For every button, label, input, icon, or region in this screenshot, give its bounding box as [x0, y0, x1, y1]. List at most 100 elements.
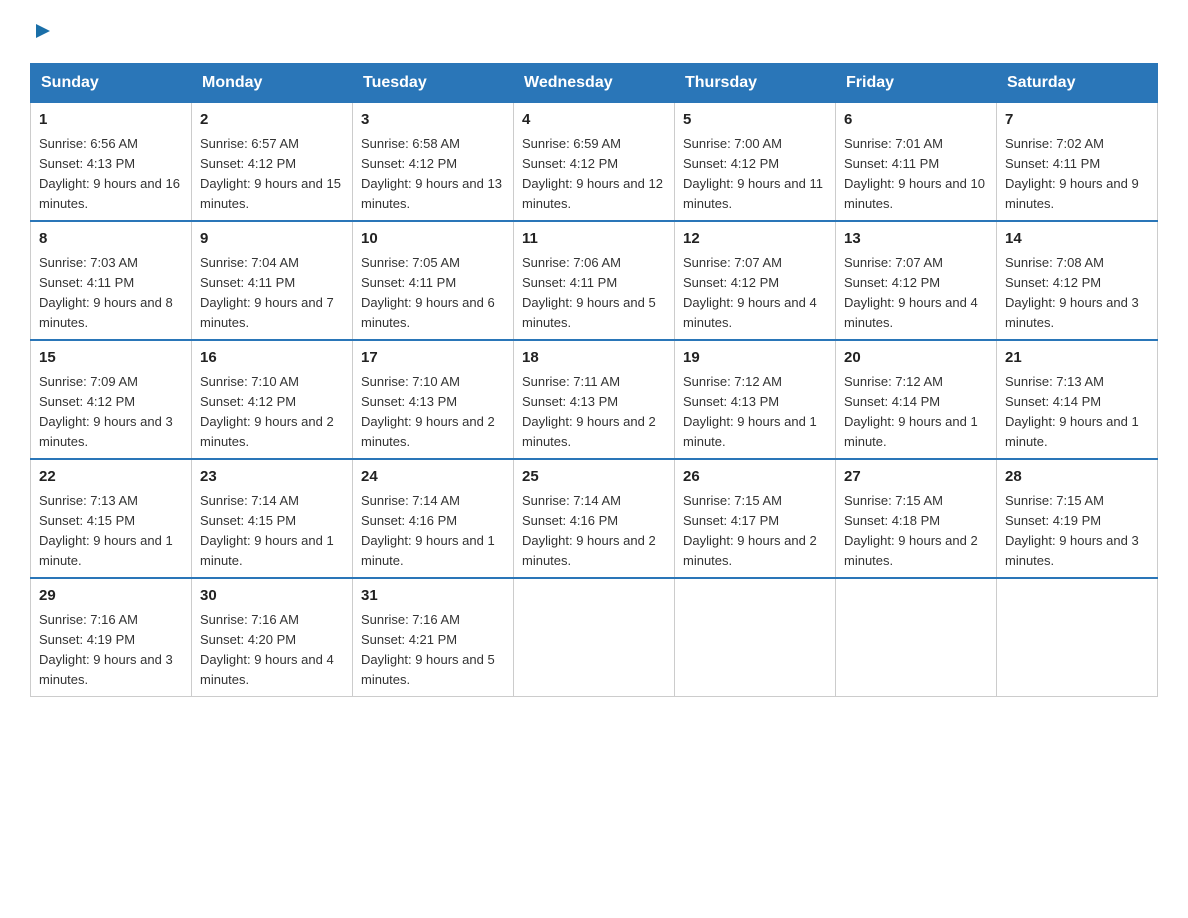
- calendar-day-cell: 3 Sunrise: 6:58 AMSunset: 4:12 PMDayligh…: [353, 103, 514, 222]
- calendar-day-header: Wednesday: [514, 64, 675, 103]
- calendar-day-cell: 1 Sunrise: 6:56 AMSunset: 4:13 PMDayligh…: [31, 103, 192, 222]
- calendar-day-cell: 2 Sunrise: 6:57 AMSunset: 4:12 PMDayligh…: [192, 103, 353, 222]
- calendar-day-header: Friday: [836, 64, 997, 103]
- day-info: Sunrise: 7:07 AMSunset: 4:12 PMDaylight:…: [683, 255, 817, 330]
- day-info: Sunrise: 7:12 AMSunset: 4:13 PMDaylight:…: [683, 374, 817, 449]
- calendar-day-cell: [836, 578, 997, 697]
- calendar-day-header: Saturday: [997, 64, 1158, 103]
- day-number: 29: [39, 585, 183, 608]
- day-number: 28: [1005, 466, 1149, 489]
- day-number: 30: [200, 585, 344, 608]
- calendar-week-row: 1 Sunrise: 6:56 AMSunset: 4:13 PMDayligh…: [31, 103, 1158, 222]
- day-info: Sunrise: 7:16 AMSunset: 4:21 PMDaylight:…: [361, 612, 495, 687]
- calendar-week-row: 8 Sunrise: 7:03 AMSunset: 4:11 PMDayligh…: [31, 221, 1158, 340]
- day-number: 24: [361, 466, 505, 489]
- calendar-day-cell: 22 Sunrise: 7:13 AMSunset: 4:15 PMDaylig…: [31, 459, 192, 578]
- calendar-day-cell: 10 Sunrise: 7:05 AMSunset: 4:11 PMDaylig…: [353, 221, 514, 340]
- logo: [30, 20, 52, 45]
- day-info: Sunrise: 7:10 AMSunset: 4:13 PMDaylight:…: [361, 374, 495, 449]
- calendar-day-cell: 7 Sunrise: 7:02 AMSunset: 4:11 PMDayligh…: [997, 103, 1158, 222]
- day-number: 27: [844, 466, 988, 489]
- calendar-day-cell: 12 Sunrise: 7:07 AMSunset: 4:12 PMDaylig…: [675, 221, 836, 340]
- day-info: Sunrise: 7:15 AMSunset: 4:19 PMDaylight:…: [1005, 493, 1139, 568]
- day-number: 11: [522, 228, 666, 251]
- day-info: Sunrise: 7:06 AMSunset: 4:11 PMDaylight:…: [522, 255, 656, 330]
- day-info: Sunrise: 7:09 AMSunset: 4:12 PMDaylight:…: [39, 374, 173, 449]
- day-number: 9: [200, 228, 344, 251]
- day-number: 26: [683, 466, 827, 489]
- day-number: 8: [39, 228, 183, 251]
- day-info: Sunrise: 7:14 AMSunset: 4:16 PMDaylight:…: [361, 493, 495, 568]
- calendar-day-cell: 25 Sunrise: 7:14 AMSunset: 4:16 PMDaylig…: [514, 459, 675, 578]
- day-info: Sunrise: 7:11 AMSunset: 4:13 PMDaylight:…: [522, 374, 656, 449]
- calendar-day-header: Sunday: [31, 64, 192, 103]
- calendar-table: SundayMondayTuesdayWednesdayThursdayFrid…: [30, 63, 1158, 697]
- calendar-day-cell: 17 Sunrise: 7:10 AMSunset: 4:13 PMDaylig…: [353, 340, 514, 459]
- day-number: 5: [683, 109, 827, 132]
- calendar-day-cell: 31 Sunrise: 7:16 AMSunset: 4:21 PMDaylig…: [353, 578, 514, 697]
- day-info: Sunrise: 6:57 AMSunset: 4:12 PMDaylight:…: [200, 136, 341, 211]
- day-info: Sunrise: 7:05 AMSunset: 4:11 PMDaylight:…: [361, 255, 495, 330]
- day-info: Sunrise: 7:01 AMSunset: 4:11 PMDaylight:…: [844, 136, 985, 211]
- calendar-day-cell: 26 Sunrise: 7:15 AMSunset: 4:17 PMDaylig…: [675, 459, 836, 578]
- calendar-day-cell: 29 Sunrise: 7:16 AMSunset: 4:19 PMDaylig…: [31, 578, 192, 697]
- day-info: Sunrise: 6:59 AMSunset: 4:12 PMDaylight:…: [522, 136, 663, 211]
- day-info: Sunrise: 7:13 AMSunset: 4:15 PMDaylight:…: [39, 493, 173, 568]
- day-number: 19: [683, 347, 827, 370]
- day-number: 12: [683, 228, 827, 251]
- day-info: Sunrise: 7:03 AMSunset: 4:11 PMDaylight:…: [39, 255, 173, 330]
- day-number: 6: [844, 109, 988, 132]
- day-info: Sunrise: 6:58 AMSunset: 4:12 PMDaylight:…: [361, 136, 502, 211]
- day-number: 7: [1005, 109, 1149, 132]
- day-info: Sunrise: 7:04 AMSunset: 4:11 PMDaylight:…: [200, 255, 334, 330]
- day-info: Sunrise: 7:13 AMSunset: 4:14 PMDaylight:…: [1005, 374, 1139, 449]
- day-info: Sunrise: 7:02 AMSunset: 4:11 PMDaylight:…: [1005, 136, 1139, 211]
- calendar-day-cell: 27 Sunrise: 7:15 AMSunset: 4:18 PMDaylig…: [836, 459, 997, 578]
- day-info: Sunrise: 7:12 AMSunset: 4:14 PMDaylight:…: [844, 374, 978, 449]
- calendar-day-cell: [514, 578, 675, 697]
- calendar-day-cell: 14 Sunrise: 7:08 AMSunset: 4:12 PMDaylig…: [997, 221, 1158, 340]
- day-info: Sunrise: 7:10 AMSunset: 4:12 PMDaylight:…: [200, 374, 334, 449]
- day-number: 31: [361, 585, 505, 608]
- calendar-header-row: SundayMondayTuesdayWednesdayThursdayFrid…: [31, 64, 1158, 103]
- calendar-day-cell: 20 Sunrise: 7:12 AMSunset: 4:14 PMDaylig…: [836, 340, 997, 459]
- calendar-day-cell: 28 Sunrise: 7:15 AMSunset: 4:19 PMDaylig…: [997, 459, 1158, 578]
- day-info: Sunrise: 7:00 AMSunset: 4:12 PMDaylight:…: [683, 136, 823, 211]
- day-number: 18: [522, 347, 666, 370]
- calendar-day-cell: 13 Sunrise: 7:07 AMSunset: 4:12 PMDaylig…: [836, 221, 997, 340]
- calendar-day-cell: 8 Sunrise: 7:03 AMSunset: 4:11 PMDayligh…: [31, 221, 192, 340]
- calendar-day-cell: 5 Sunrise: 7:00 AMSunset: 4:12 PMDayligh…: [675, 103, 836, 222]
- day-number: 20: [844, 347, 988, 370]
- calendar-week-row: 15 Sunrise: 7:09 AMSunset: 4:12 PMDaylig…: [31, 340, 1158, 459]
- calendar-day-cell: 11 Sunrise: 7:06 AMSunset: 4:11 PMDaylig…: [514, 221, 675, 340]
- day-info: Sunrise: 7:16 AMSunset: 4:20 PMDaylight:…: [200, 612, 334, 687]
- calendar-day-cell: 23 Sunrise: 7:14 AMSunset: 4:15 PMDaylig…: [192, 459, 353, 578]
- calendar-day-cell: 21 Sunrise: 7:13 AMSunset: 4:14 PMDaylig…: [997, 340, 1158, 459]
- day-number: 21: [1005, 347, 1149, 370]
- day-number: 2: [200, 109, 344, 132]
- calendar-day-header: Tuesday: [353, 64, 514, 103]
- calendar-day-header: Monday: [192, 64, 353, 103]
- calendar-day-cell: [675, 578, 836, 697]
- day-number: 13: [844, 228, 988, 251]
- day-info: Sunrise: 7:16 AMSunset: 4:19 PMDaylight:…: [39, 612, 173, 687]
- day-info: Sunrise: 7:15 AMSunset: 4:18 PMDaylight:…: [844, 493, 978, 568]
- calendar-week-row: 22 Sunrise: 7:13 AMSunset: 4:15 PMDaylig…: [31, 459, 1158, 578]
- day-number: 25: [522, 466, 666, 489]
- calendar-day-cell: 15 Sunrise: 7:09 AMSunset: 4:12 PMDaylig…: [31, 340, 192, 459]
- day-info: Sunrise: 7:07 AMSunset: 4:12 PMDaylight:…: [844, 255, 978, 330]
- day-number: 10: [361, 228, 505, 251]
- day-info: Sunrise: 6:56 AMSunset: 4:13 PMDaylight:…: [39, 136, 180, 211]
- day-number: 23: [200, 466, 344, 489]
- calendar-day-cell: 6 Sunrise: 7:01 AMSunset: 4:11 PMDayligh…: [836, 103, 997, 222]
- calendar-day-cell: 30 Sunrise: 7:16 AMSunset: 4:20 PMDaylig…: [192, 578, 353, 697]
- day-info: Sunrise: 7:14 AMSunset: 4:16 PMDaylight:…: [522, 493, 656, 568]
- calendar-day-cell: 19 Sunrise: 7:12 AMSunset: 4:13 PMDaylig…: [675, 340, 836, 459]
- calendar-day-cell: 16 Sunrise: 7:10 AMSunset: 4:12 PMDaylig…: [192, 340, 353, 459]
- day-number: 3: [361, 109, 505, 132]
- calendar-day-cell: 24 Sunrise: 7:14 AMSunset: 4:16 PMDaylig…: [353, 459, 514, 578]
- day-info: Sunrise: 7:14 AMSunset: 4:15 PMDaylight:…: [200, 493, 334, 568]
- day-number: 16: [200, 347, 344, 370]
- day-number: 15: [39, 347, 183, 370]
- logo-arrow-icon: [34, 22, 52, 40]
